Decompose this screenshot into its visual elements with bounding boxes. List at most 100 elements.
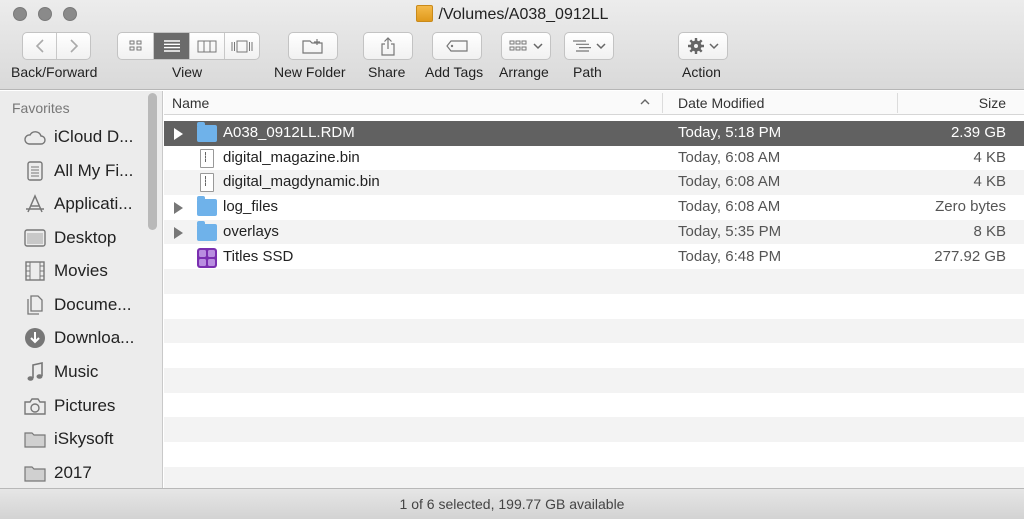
column-view-button[interactable] <box>190 33 225 59</box>
folder-icon <box>197 220 217 241</box>
file-size: 2.39 GB <box>950 124 1006 141</box>
table-row[interactable]: Titles SSD Today, 6:48 PM 277.92 GB <box>164 245 1024 270</box>
sidebar-item-2017[interactable]: 2017 <box>0 457 148 488</box>
file-size: 277.92 GB <box>934 247 1006 265</box>
sidebar-item-label: Pictures <box>54 396 116 415</box>
column-header-size[interactable]: Size <box>979 91 1006 115</box>
sidebar-item-all-my-files[interactable]: All My Fi... <box>0 155 148 187</box>
back-button[interactable] <box>23 33 57 59</box>
add-tags-label: Add Tags <box>425 64 484 80</box>
back-forward-control <box>22 32 91 60</box>
share-label: Share <box>368 64 406 80</box>
sidebar-item-pictures[interactable]: Pictures <box>0 390 148 422</box>
arrange-grid-icon <box>509 40 527 51</box>
chevron-down-icon <box>596 42 606 49</box>
file-name: digital_magazine.bin <box>223 148 360 166</box>
sidebar-scrollbar[interactable] <box>148 93 157 230</box>
arrange-button[interactable] <box>501 32 551 60</box>
column-header-name[interactable]: Name <box>172 91 209 115</box>
column-divider[interactable] <box>662 93 663 113</box>
folder-icon <box>197 122 217 142</box>
sidebar-item-applications[interactable]: Applicati... <box>0 188 148 220</box>
sidebar-item-documents[interactable]: Docume... <box>0 289 148 321</box>
list-view-button[interactable] <box>154 33 190 59</box>
tag-icon <box>446 40 468 52</box>
new-folder-label: New Folder <box>274 64 346 80</box>
file-date: Today, 6:08 AM <box>678 198 781 216</box>
table-row[interactable]: digital_magdynamic.bin Today, 6:08 AM 4 … <box>164 170 1024 196</box>
status-bar: 1 of 6 selected, 199.77 GB available <box>0 488 1024 519</box>
file-name: Titles SSD <box>223 247 294 265</box>
disclosure-triangle-icon[interactable] <box>174 202 183 215</box>
empty-row <box>164 466 1024 488</box>
list-header: Name Date Modified Size <box>164 91 1024 115</box>
path-button[interactable] <box>564 32 614 60</box>
sidebar-item-desktop[interactable]: Desktop <box>0 222 148 254</box>
empty-row <box>164 318 1024 344</box>
status-text: 1 of 6 selected, 199.77 GB available <box>399 496 625 512</box>
file-date: Today, 6:48 PM <box>678 247 782 265</box>
file-date: Today, 6:08 AM <box>678 148 781 166</box>
folder-icon <box>24 428 46 450</box>
sidebar-heading: Favorites <box>12 100 70 116</box>
table-row[interactable]: A038_0912LL.RDM Today, 5:18 PM 2.39 GB <box>164 121 1024 146</box>
sidebar-item-label: Downloa... <box>54 328 135 347</box>
column-header-date-modified[interactable]: Date Modified <box>678 91 764 115</box>
file-list: Name Date Modified Size A038_0912LL.RDM … <box>164 91 1024 488</box>
documents-icon <box>24 294 46 316</box>
sidebar-item-movies[interactable]: Movies <box>0 255 148 287</box>
file-date: Today, 6:08 AM <box>678 173 781 191</box>
chevron-down-icon <box>709 42 719 49</box>
app-icon <box>197 247 217 268</box>
camera-icon <box>24 395 46 417</box>
external-drive-icon <box>415 5 433 22</box>
file-size: Zero bytes <box>935 198 1006 216</box>
gallery-view-button[interactable] <box>225 33 259 59</box>
file-date: Today, 5:18 PM <box>678 124 782 141</box>
sidebar-item-label: Docume... <box>54 295 132 314</box>
file-name: log_files <box>223 198 279 216</box>
sidebar: Favorites iCloud D... All My Fi... Appli… <box>0 91 163 488</box>
table-row[interactable]: log_files Today, 6:08 AM Zero bytes <box>164 195 1024 220</box>
file-date: Today, 5:35 PM <box>678 222 782 240</box>
chevron-down-icon <box>533 42 543 49</box>
disclosure-triangle-icon[interactable] <box>174 128 183 140</box>
file-name: A038_0912LL.RDM <box>223 124 355 141</box>
column-divider[interactable] <box>897 93 898 113</box>
share-button[interactable] <box>363 32 413 60</box>
empty-row <box>164 368 1024 393</box>
sidebar-item-label: iCloud D... <box>54 127 134 146</box>
sidebar-item-label: Desktop <box>54 228 117 247</box>
action-button[interactable] <box>678 32 728 60</box>
sidebar-item-iskysoft[interactable]: iSkysoft <box>0 423 148 455</box>
columns-icon <box>197 40 217 52</box>
sidebar-item-downloads[interactable]: Downloa... <box>0 322 148 354</box>
sidebar-item-label: Applicati... <box>54 194 133 213</box>
disclosure-triangle-icon[interactable] <box>174 226 183 239</box>
new-folder-button[interactable] <box>288 32 338 60</box>
icon-view-button[interactable] <box>118 33 154 59</box>
back-forward-label: Back/Forward <box>11 64 98 80</box>
table-row[interactable]: digital_magazine.bin Today, 6:08 AM 4 KB <box>164 146 1024 171</box>
music-note-icon <box>24 361 46 383</box>
file-name: digital_magdynamic.bin <box>223 173 380 191</box>
sidebar-item-label: Movies <box>54 261 108 280</box>
sidebar-item-label: iSkysoft <box>54 429 114 448</box>
path-list-icon <box>573 40 591 52</box>
sort-ascending-icon <box>640 99 650 105</box>
window-title-text: /Volumes/A038_0912LL <box>438 6 609 23</box>
window-title: /Volumes/A038_0912LL <box>0 4 1024 26</box>
sidebar-item-label: Music <box>54 362 99 381</box>
sidebar-item-music[interactable]: Music <box>0 356 148 388</box>
sidebar-item-label: All My Fi... <box>54 161 134 180</box>
arrange-label: Arrange <box>499 64 549 80</box>
view-control <box>117 32 260 60</box>
file-size: 4 KB <box>973 148 1006 166</box>
file-name: overlays <box>223 222 279 240</box>
forward-button[interactable] <box>57 33 90 59</box>
add-tags-button[interactable] <box>432 32 482 60</box>
sidebar-item-icloud-drive[interactable]: iCloud D... <box>0 121 148 153</box>
table-row[interactable]: overlays Today, 5:35 PM 8 KB <box>164 219 1024 245</box>
applications-icon <box>24 193 46 215</box>
view-label: View <box>172 64 203 80</box>
